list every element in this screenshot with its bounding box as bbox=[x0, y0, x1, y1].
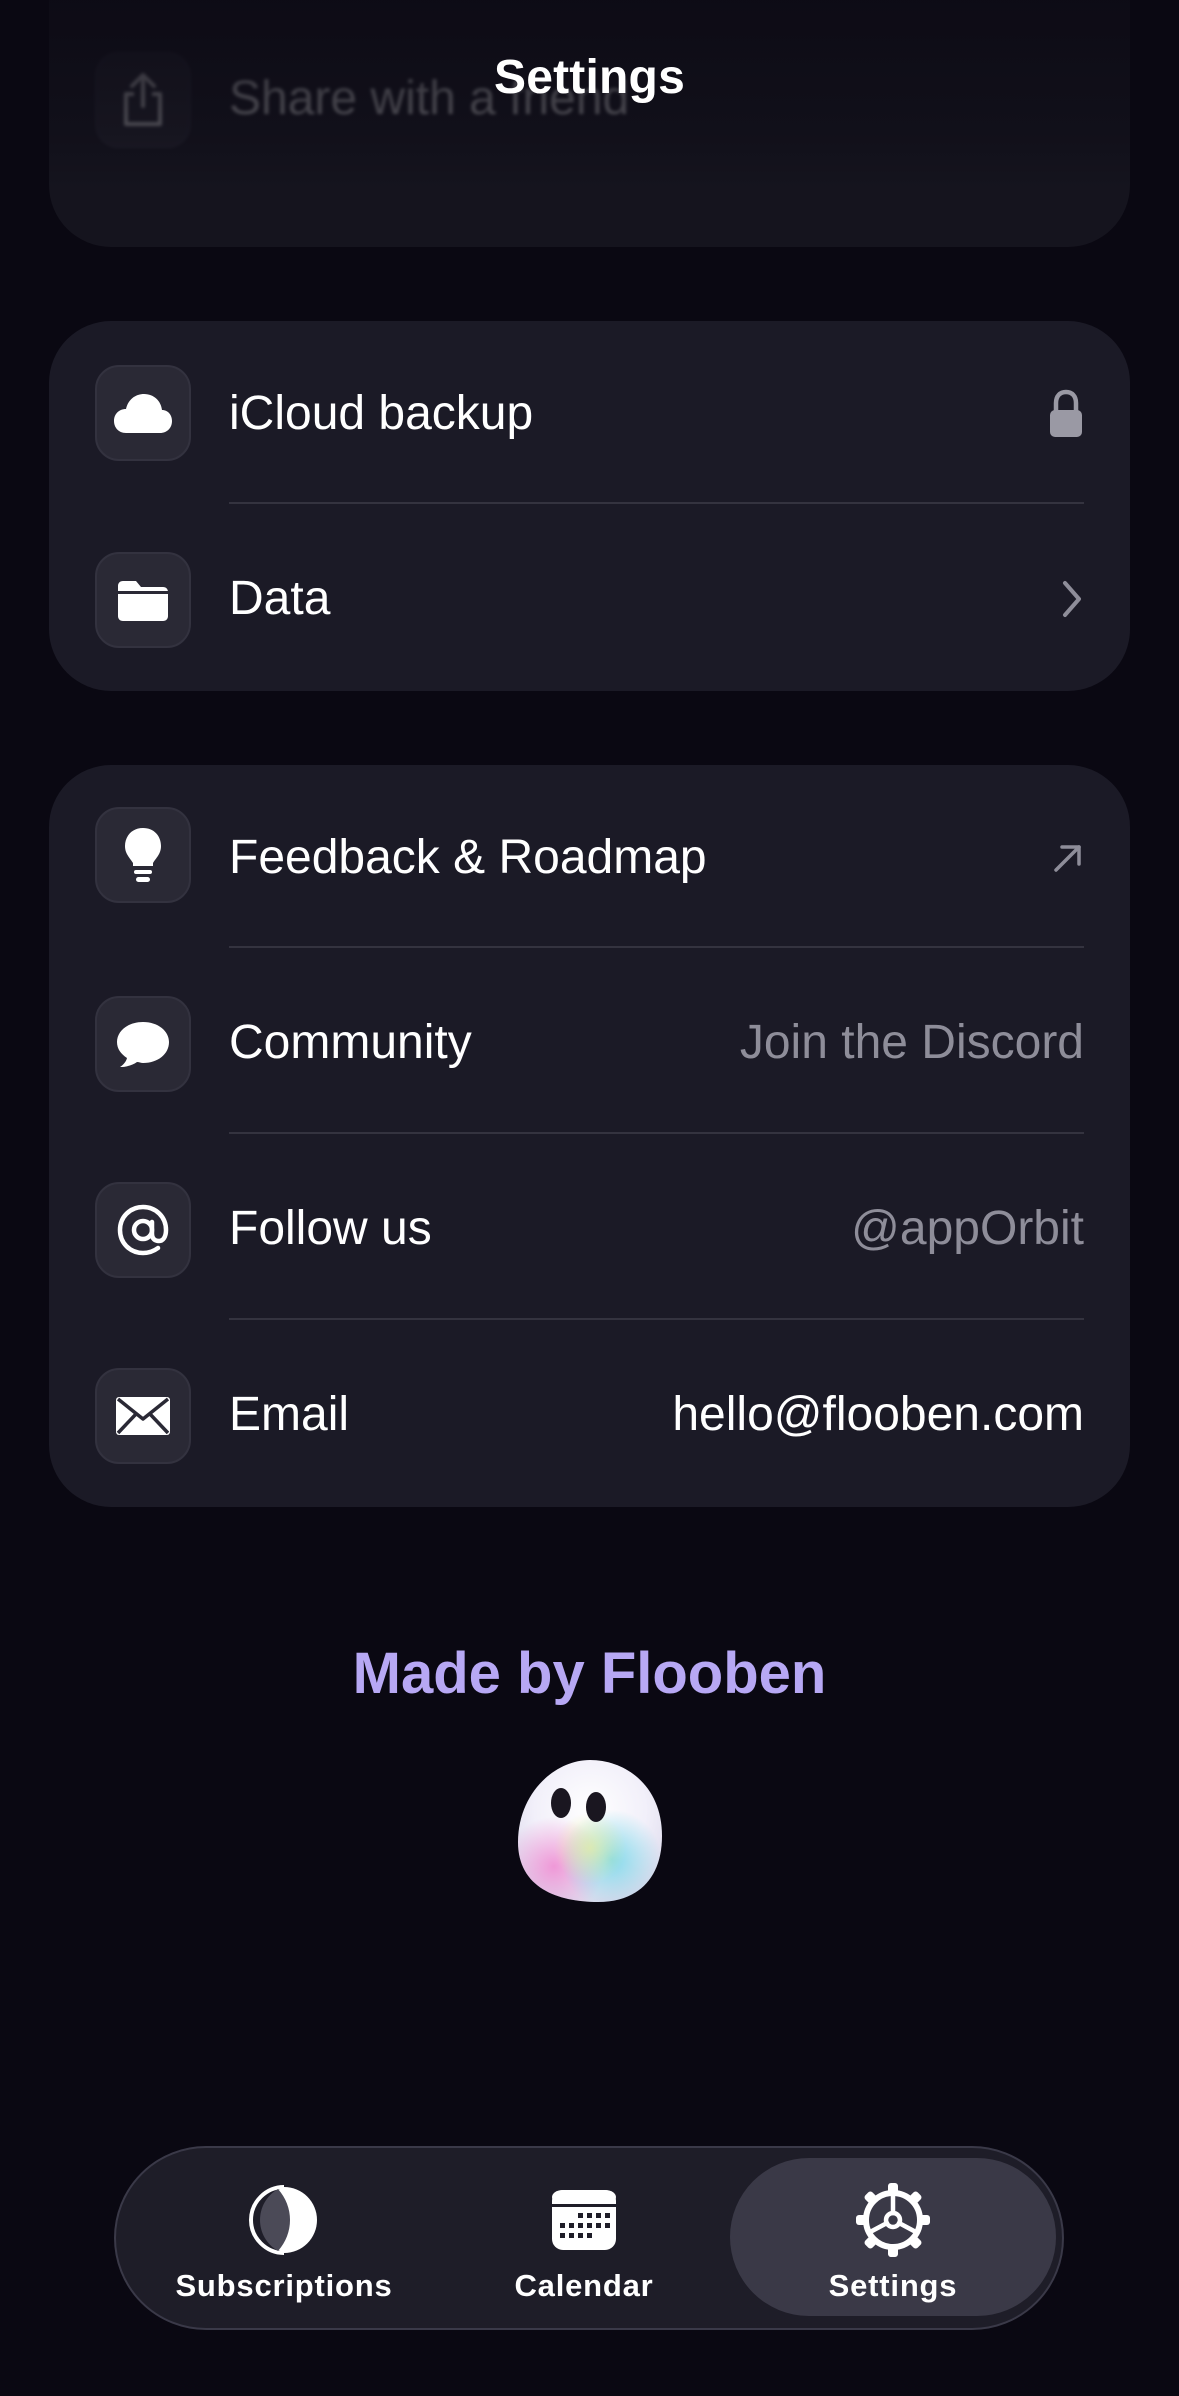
divider bbox=[229, 502, 1084, 504]
gear-icon bbox=[855, 2182, 931, 2258]
made-by-text: Made by Flooben bbox=[352, 1641, 827, 1706]
data-row[interactable]: Data bbox=[49, 506, 1130, 691]
lock-icon bbox=[1048, 321, 1084, 506]
moon-phase-icon bbox=[246, 2182, 322, 2258]
external-link-arrow-icon bbox=[1052, 765, 1084, 950]
data-group: iCloud backup Data bbox=[49, 321, 1130, 691]
tab-subscriptions[interactable]: Subscriptions bbox=[134, 2148, 434, 2328]
tab-label: Calendar bbox=[514, 2268, 654, 2303]
settings-screen: Share with a friend Settings iCloud back… bbox=[0, 0, 1179, 2396]
follow-us-row[interactable]: Follow us @appOrbit bbox=[49, 1136, 1130, 1321]
page-title: Settings bbox=[494, 51, 685, 104]
tab-calendar[interactable]: Calendar bbox=[434, 2148, 734, 2328]
community-label: Community bbox=[229, 1016, 472, 1069]
follow-us-label: Follow us bbox=[229, 1202, 432, 1255]
divider bbox=[229, 1318, 1084, 1320]
divider bbox=[229, 946, 1084, 948]
icloud-backup-row[interactable]: iCloud backup bbox=[49, 321, 1130, 506]
community-value: Join the Discord bbox=[739, 1016, 1084, 1069]
email-row[interactable]: Email hello@flooben.com bbox=[49, 1322, 1130, 1507]
tab-label: Settings bbox=[828, 2268, 958, 2303]
feedback-roadmap-label: Feedback & Roadmap bbox=[229, 831, 707, 884]
chat-bubble-icon bbox=[95, 996, 191, 1092]
community-row[interactable]: Community Join the Discord bbox=[49, 950, 1130, 1135]
folder-icon bbox=[95, 552, 191, 648]
at-icon bbox=[95, 1182, 191, 1278]
share-group: Share with a friend bbox=[49, 0, 1130, 247]
feedback-roadmap-row[interactable]: Feedback & Roadmap bbox=[49, 765, 1130, 950]
ghost-mascot bbox=[514, 1756, 666, 1906]
chevron-right-icon bbox=[1060, 506, 1084, 691]
data-label: Data bbox=[229, 572, 331, 625]
cloud-icon bbox=[95, 365, 191, 461]
divider bbox=[229, 1132, 1084, 1134]
follow-us-value: @appOrbit bbox=[851, 1202, 1084, 1255]
email-label: Email bbox=[229, 1388, 350, 1441]
tab-bar: Subscriptions Calendar Settings bbox=[114, 2146, 1064, 2330]
email-value[interactable]: hello@flooben.com bbox=[672, 1322, 1084, 1507]
envelope-icon bbox=[95, 1368, 191, 1464]
tab-settings[interactable]: Settings bbox=[743, 2148, 1043, 2328]
tab-label: Subscriptions bbox=[175, 2268, 393, 2303]
icloud-backup-label: iCloud backup bbox=[229, 387, 534, 440]
social-group: Feedback & Roadmap Community Join the Di… bbox=[49, 765, 1130, 1507]
lightbulb-icon bbox=[95, 807, 191, 903]
calendar-icon bbox=[546, 2182, 622, 2258]
